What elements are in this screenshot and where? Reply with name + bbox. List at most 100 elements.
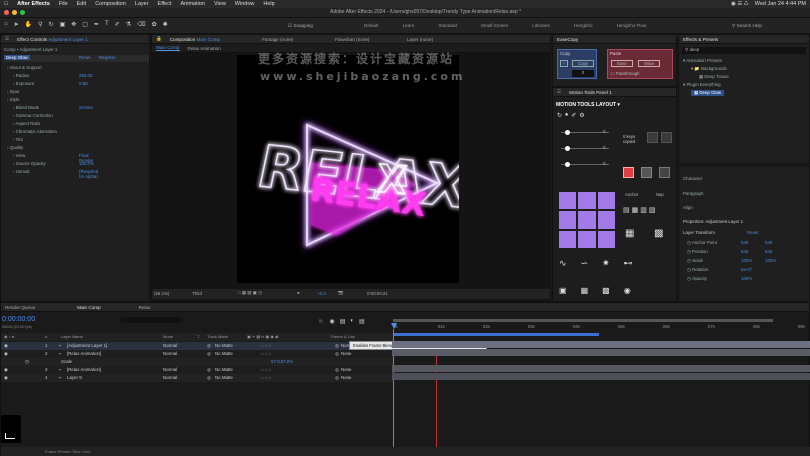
bounce-icon[interactable]: ∽ <box>581 258 589 269</box>
visibility-eye-icon[interactable]: ◉ <box>4 351 8 357</box>
rectangle-tool-icon[interactable]: ▢ <box>82 21 88 28</box>
layer-duration-bar[interactable] <box>392 349 810 356</box>
layer-switch-icons[interactable]: ◌ ◌ ◌ <box>261 351 271 356</box>
menu-edit[interactable]: Edit <box>77 1 86 7</box>
transform-value-1[interactable]: 540 <box>741 240 748 245</box>
resolution-dropdown[interactable]: Third <box>192 291 202 296</box>
menu-window[interactable]: Window <box>235 1 255 7</box>
effect-param-value[interactable]: 100.0% <box>79 161 94 166</box>
layer-parent-dropdown[interactable]: None <box>341 367 352 372</box>
maximize-window-button[interactable] <box>20 10 25 15</box>
layer-track-matte-dropdown[interactable]: No Matte <box>215 351 233 356</box>
slider-3-value[interactable]: 0 <box>603 161 605 166</box>
frame-blend-icon[interactable]: ▤ <box>340 318 346 325</box>
copy-help-button[interactable]: ? <box>560 60 568 67</box>
bounding-box-icon[interactable]: ▦ <box>625 228 634 239</box>
chart-icon[interactable]: ▦ <box>581 286 589 295</box>
transform-value-1[interactable]: 0x+0° <box>741 267 752 272</box>
table-row[interactable]: ◉ 4 ▪ Layer 8 Normal ◎ No Matte ◌ ◌ ◌ ◎ None <box>1 374 393 382</box>
easecopy-tab[interactable]: EaseCopy <box>557 37 578 42</box>
preset-tree-animation-presets[interactable]: ▾ Animation Presets <box>683 58 722 64</box>
tab-main-comp[interactable]: Main Comp <box>77 305 101 310</box>
slider-1-value[interactable]: 0 <box>603 129 605 134</box>
motion-blur-icon[interactable]: ◐ <box>350 318 354 325</box>
property-value[interactable]: 57.0,57.0% <box>271 359 293 364</box>
anchor-bottom-left[interactable] <box>559 230 577 248</box>
transform-value-2[interactable]: 540 <box>765 249 772 254</box>
anchor-middle-right[interactable] <box>597 211 615 229</box>
effects-search-input[interactable]: ⚲ deep <box>682 47 806 54</box>
selection-tool-icon[interactable]: ➤ <box>14 21 19 28</box>
app-menu[interactable]: After Effects <box>17 1 50 7</box>
workspace-standard[interactable]: Standard <box>438 23 457 28</box>
anchor-middle-left[interactable] <box>559 211 577 229</box>
menu-view[interactable]: View <box>214 1 226 7</box>
spread-icon[interactable]: ✷ <box>602 258 610 269</box>
layer-mode-dropdown[interactable]: Normal <box>163 367 177 372</box>
subtab-main-comp[interactable]: Main Comp <box>156 45 180 51</box>
effect-register-link[interactable]: Register <box>99 55 115 60</box>
parent-pickwhip-icon[interactable]: ◎ <box>335 351 339 357</box>
slider-2-handle[interactable] <box>565 146 570 151</box>
layer-tab[interactable]: Layer (none) <box>407 37 433 42</box>
distribute-icon[interactable]: ▧ <box>649 206 656 214</box>
hand-tool-icon[interactable]: ✋ <box>25 21 32 28</box>
panel-menu-icon[interactable]: ☰ <box>557 89 561 95</box>
layer-matte-icon[interactable]: ◎ <box>207 343 211 349</box>
passthrough-checkbox[interactable]: ☐ Passthrough <box>611 71 639 76</box>
effect-param-row[interactable]: › Radius 250.00 <box>13 73 92 78</box>
menu-animation[interactable]: Animation <box>181 1 205 7</box>
layer-color-label[interactable]: ▪ <box>59 367 61 372</box>
workspace-learn[interactable]: Learn <box>403 23 415 28</box>
effect-param-row[interactable]: › Chromatic Aberration <box>13 129 57 134</box>
align-right-icon[interactable]: ▥ <box>640 206 647 214</box>
zoom-tool-icon[interactable]: ⚲ <box>38 21 42 28</box>
effect-name-deep-glow[interactable]: Deep Glow <box>4 55 30 60</box>
effect-param-value[interactable]: (Required for Alpha) <box>79 169 98 179</box>
effect-param-row[interactable]: › Aspect Ratio <box>13 121 40 126</box>
slider-1-handle[interactable] <box>565 130 570 135</box>
effect-param-row[interactable]: › View Final Render <box>13 153 93 163</box>
link-icon[interactable]: ↻ <box>557 112 562 119</box>
roto-tool-icon[interactable]: ✿ <box>152 21 157 28</box>
parent-pickwhip-icon[interactable]: ◎ <box>335 367 339 373</box>
anchor-top-center[interactable] <box>578 192 596 210</box>
effect-controls-tab[interactable]: Effect Controls Adjustment Layer 1 <box>17 37 88 42</box>
layer-parent-dropdown[interactable]: None <box>341 351 352 356</box>
table-row[interactable]: ◷ Scale 57.0,57.0% <box>1 358 393 366</box>
home-icon[interactable]: ⌂ <box>4 21 8 28</box>
layer-name[interactable]: Layer 8 <box>67 375 82 380</box>
layer-switch-icons[interactable]: ◌ ◌ ◌ <box>261 367 271 372</box>
col-track-matte[interactable]: Track Matte <box>207 334 228 339</box>
layer-duration-bar[interactable] <box>392 341 810 348</box>
workspace-hengbho-flow[interactable]: Hengbho Flow <box>617 23 647 28</box>
layer-matte-icon[interactable]: ◎ <box>207 351 211 357</box>
preset-tree-deep-tissue[interactable]: ▦ Deep Tissue <box>699 74 729 80</box>
gear-icon[interactable]: ⚙ <box>579 112 584 119</box>
composition-canvas[interactable]: RELAX RELAX X <box>237 55 476 283</box>
align-center-icon[interactable]: ▦ <box>632 206 639 214</box>
zoom-dropdown[interactable]: (66.1%) <box>154 291 169 296</box>
layer-duration-bar[interactable] <box>392 357 810 364</box>
paragraph-panel-tab[interactable]: Paragraph <box>683 191 704 196</box>
color-channel-icon[interactable]: ● <box>297 290 300 295</box>
pen-tool-icon[interactable]: ✒ <box>94 21 99 28</box>
layer-track-matte-dropdown[interactable]: No Matte <box>215 367 233 372</box>
menu-file[interactable]: File <box>59 1 68 7</box>
align-left-icon[interactable]: ▤ <box>623 206 630 214</box>
effect-param-row[interactable]: › Blend Mode Screen <box>13 105 93 110</box>
minimize-window-button[interactable] <box>12 10 17 15</box>
layer-duration-bar[interactable] <box>392 365 810 372</box>
effect-param-row[interactable]: › About & Support <box>7 65 42 70</box>
effect-reset-link[interactable]: Reset <box>79 55 90 60</box>
layer-matte-icon[interactable]: ◎ <box>207 367 211 373</box>
exposure-value[interactable]: +0.0 <box>317 291 326 296</box>
workspace-libraries[interactable]: Libraries <box>532 23 550 28</box>
workspace-hengbho[interactable]: Hengbho <box>574 23 593 28</box>
anchor-top-left[interactable] <box>559 192 577 210</box>
footage-tab[interactable]: Footage (none) <box>262 37 293 42</box>
menu-composition[interactable]: Composition <box>95 1 126 7</box>
layer-color-label[interactable]: ▪ <box>59 343 61 348</box>
effect-param-row[interactable]: › Unmult (Required for Alpha) <box>13 169 98 179</box>
effect-param-row[interactable]: › Source Opacity 100.0% <box>13 161 94 166</box>
